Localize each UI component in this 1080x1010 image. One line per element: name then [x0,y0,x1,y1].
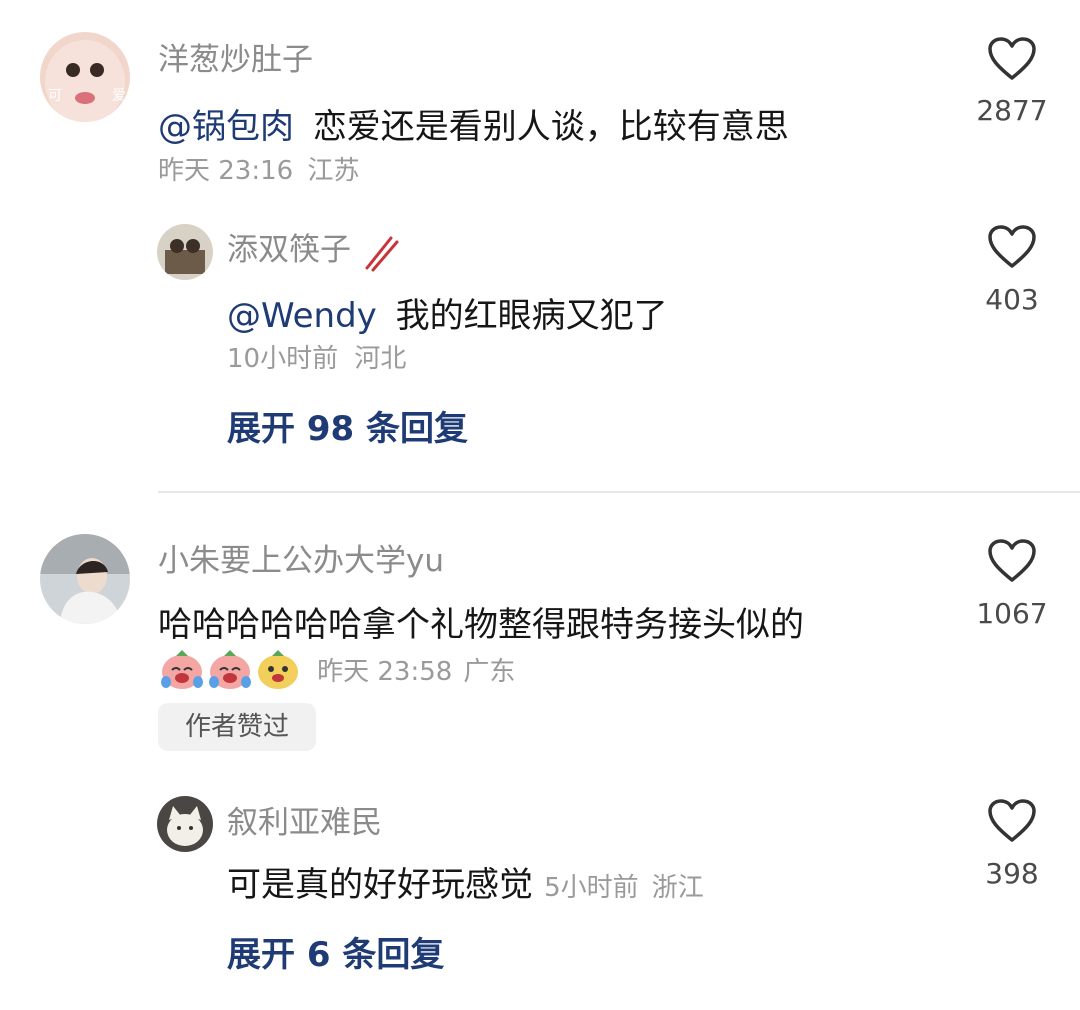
heart-icon [988,37,1036,80]
reply-body: 可是真的好好玩感觉 [227,865,533,905]
svg-text:可: 可 [48,88,62,104]
heart-icon [988,539,1036,582]
like-count: 2877 [976,94,1048,127]
username[interactable]: 小朱要上公办大学yu [158,535,444,580]
timestamp: 昨天 23:58 [317,656,453,687]
like-button[interactable] [987,36,1037,82]
timestamp: 5小时前 [544,873,639,903]
expand-replies-button[interactable]: 展开 6 条回复 [227,927,444,976]
reply-username[interactable]: 添双筷子 [227,224,401,272]
like-count: 398 [985,857,1039,890]
heart-icon [988,799,1036,842]
comment-meta-row: 昨天 23:58 广东 [158,646,515,694]
comment-text: 哈哈哈哈哈哈拿个礼物整得跟特务接头似的 [158,605,804,645]
reply-avatar[interactable] [157,796,213,852]
mention-link[interactable]: @Wendy [227,296,377,336]
like-button[interactable] [987,224,1037,270]
location: 河北 [354,344,407,374]
timestamp: 昨天 23:16 [158,156,294,186]
like-button[interactable] [987,798,1037,844]
reply-body: 我的红眼病又犯了 [395,296,668,336]
svg-text:爱: 爱 [112,88,126,104]
comment-body: 恋爱还是看别人谈，比较有意思 [312,107,789,147]
avatar[interactable]: 可 爱 [40,32,130,122]
like-count: 403 [985,283,1039,316]
like-button[interactable] [987,538,1037,584]
cat-avatar-image [157,796,213,852]
location: 江苏 [307,156,360,186]
divider [158,491,1080,493]
chopsticks-icon [365,236,399,271]
avatar[interactable] [40,534,130,624]
comment-text: @锅包肉 恋爱还是看别人谈，比较有意思 [158,99,789,148]
comment-meta: 昨天 23:16 江苏 [158,150,359,187]
laughing-crying-emoji [161,650,298,689]
reply-text: @Wendy 我的红眼病又犯了 [227,288,668,337]
avatar-baby-image: 可 爱 [40,32,130,122]
avatar-image [157,224,213,280]
mention-link[interactable]: @锅包肉 [158,107,294,147]
timestamp: 10小时前 [227,344,339,374]
location: 浙江 [651,873,704,903]
reply-line: 可是真的好好玩感觉 5小时前 浙江 [227,857,704,906]
username[interactable]: 洋葱炒肚子 [158,34,313,79]
author-liked-badge: 作者赞过 [158,703,316,751]
avatar-image [40,534,130,624]
like-count: 1067 [976,597,1048,630]
reply-avatar[interactable] [157,224,213,280]
location: 广东 [463,656,516,687]
reply-meta: 10小时前 河北 [227,338,406,375]
heart-icon [988,225,1036,268]
reply-username[interactable]: 叙利亚难民 [227,797,382,842]
expand-replies-button[interactable]: 展开 98 条回复 [227,401,468,450]
